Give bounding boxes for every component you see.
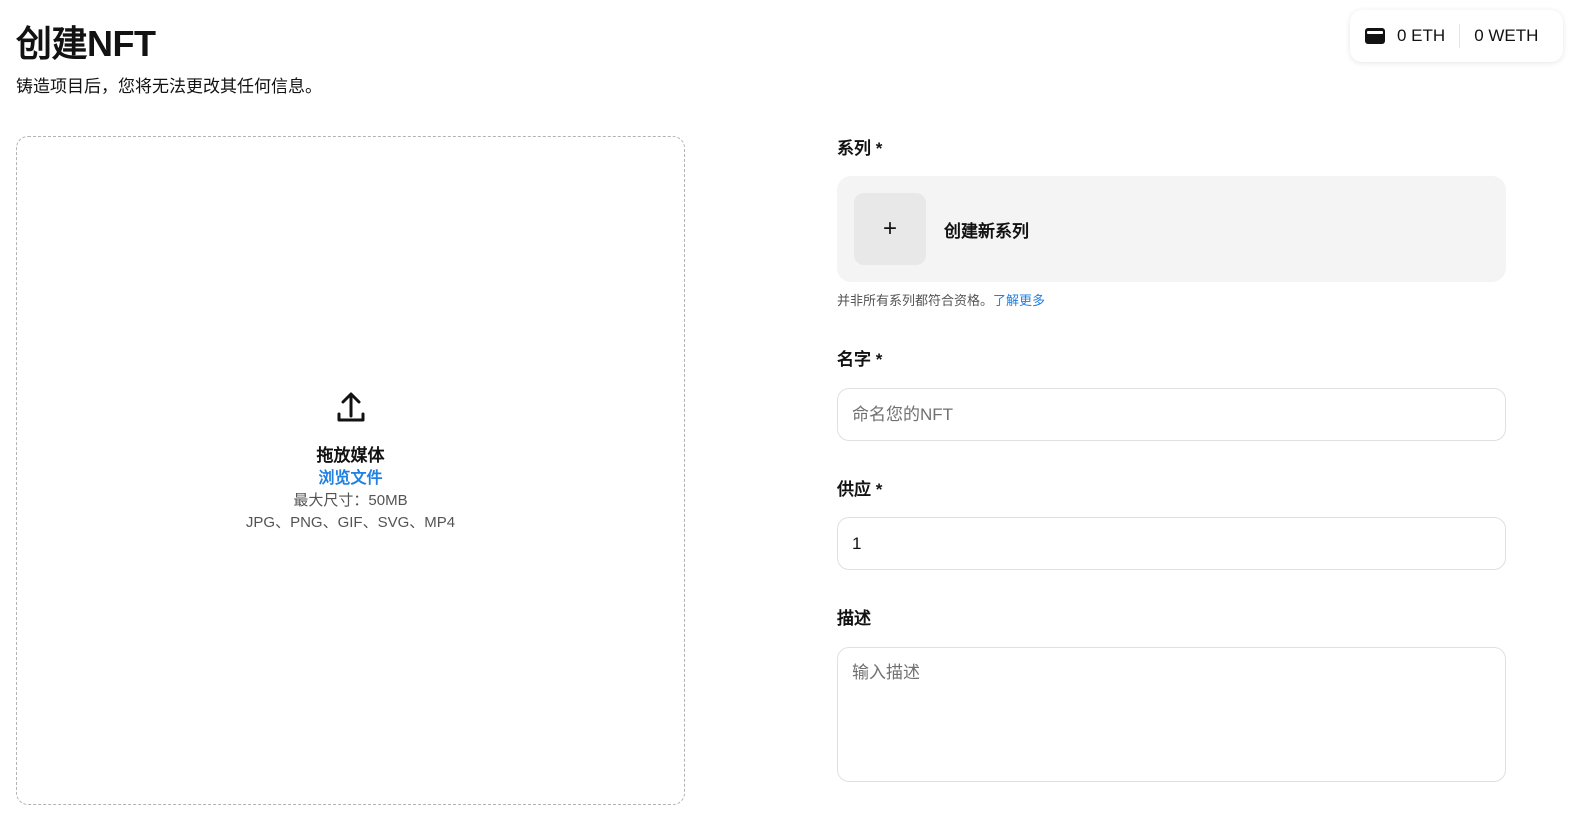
wallet-icon [1364,25,1386,47]
create-nft-page: 创建NFT 铸造项目后，您将无法更改其任何信息。 0 ETH 0 WETH 拖放… [0,0,1582,822]
collection-hint: 并非所有系列都符合资格。了解更多 [837,292,1045,310]
wallet-balance[interactable]: 0 ETH 0 WETH [1350,10,1563,62]
browse-files-link[interactable]: 浏览文件 [318,467,382,490]
create-collection-label: 创建新系列 [944,221,1029,241]
formats-text: JPG、PNG、GIF、SVG、MP4 [245,513,456,531]
create-collection-button[interactable]: + 创建新系列 [837,176,1506,282]
eth-balance: 0 ETH [1397,26,1446,45]
collection-hint-text: 并非所有系列都符合资格。 [837,293,994,308]
collection-label: 系列 * [837,139,883,158]
upload-icon [335,390,367,424]
supply-label: 供应 * [837,480,883,499]
plus-icon: + [854,193,926,265]
weth-balance: 0 WETH [1474,26,1539,45]
name-input[interactable] [837,388,1506,441]
name-label: 名字 * [837,350,883,369]
supply-input[interactable] [837,517,1506,570]
page-title: 创建NFT [16,23,156,64]
description-textarea[interactable] [837,647,1506,782]
divider [1459,24,1461,48]
dropzone-title: 拖放媒体 [316,445,385,465]
media-dropzone[interactable]: 拖放媒体 浏览文件 最大尺寸：50MB JPG、PNG、GIF、SVG、MP4 [16,136,685,805]
max-size-text: 最大尺寸：50MB [293,491,408,509]
page-subtitle: 铸造项目后，您将无法更改其任何信息。 [16,77,322,96]
description-label: 描述 [837,609,871,628]
learn-more-link[interactable]: 了解更多 [993,293,1045,308]
